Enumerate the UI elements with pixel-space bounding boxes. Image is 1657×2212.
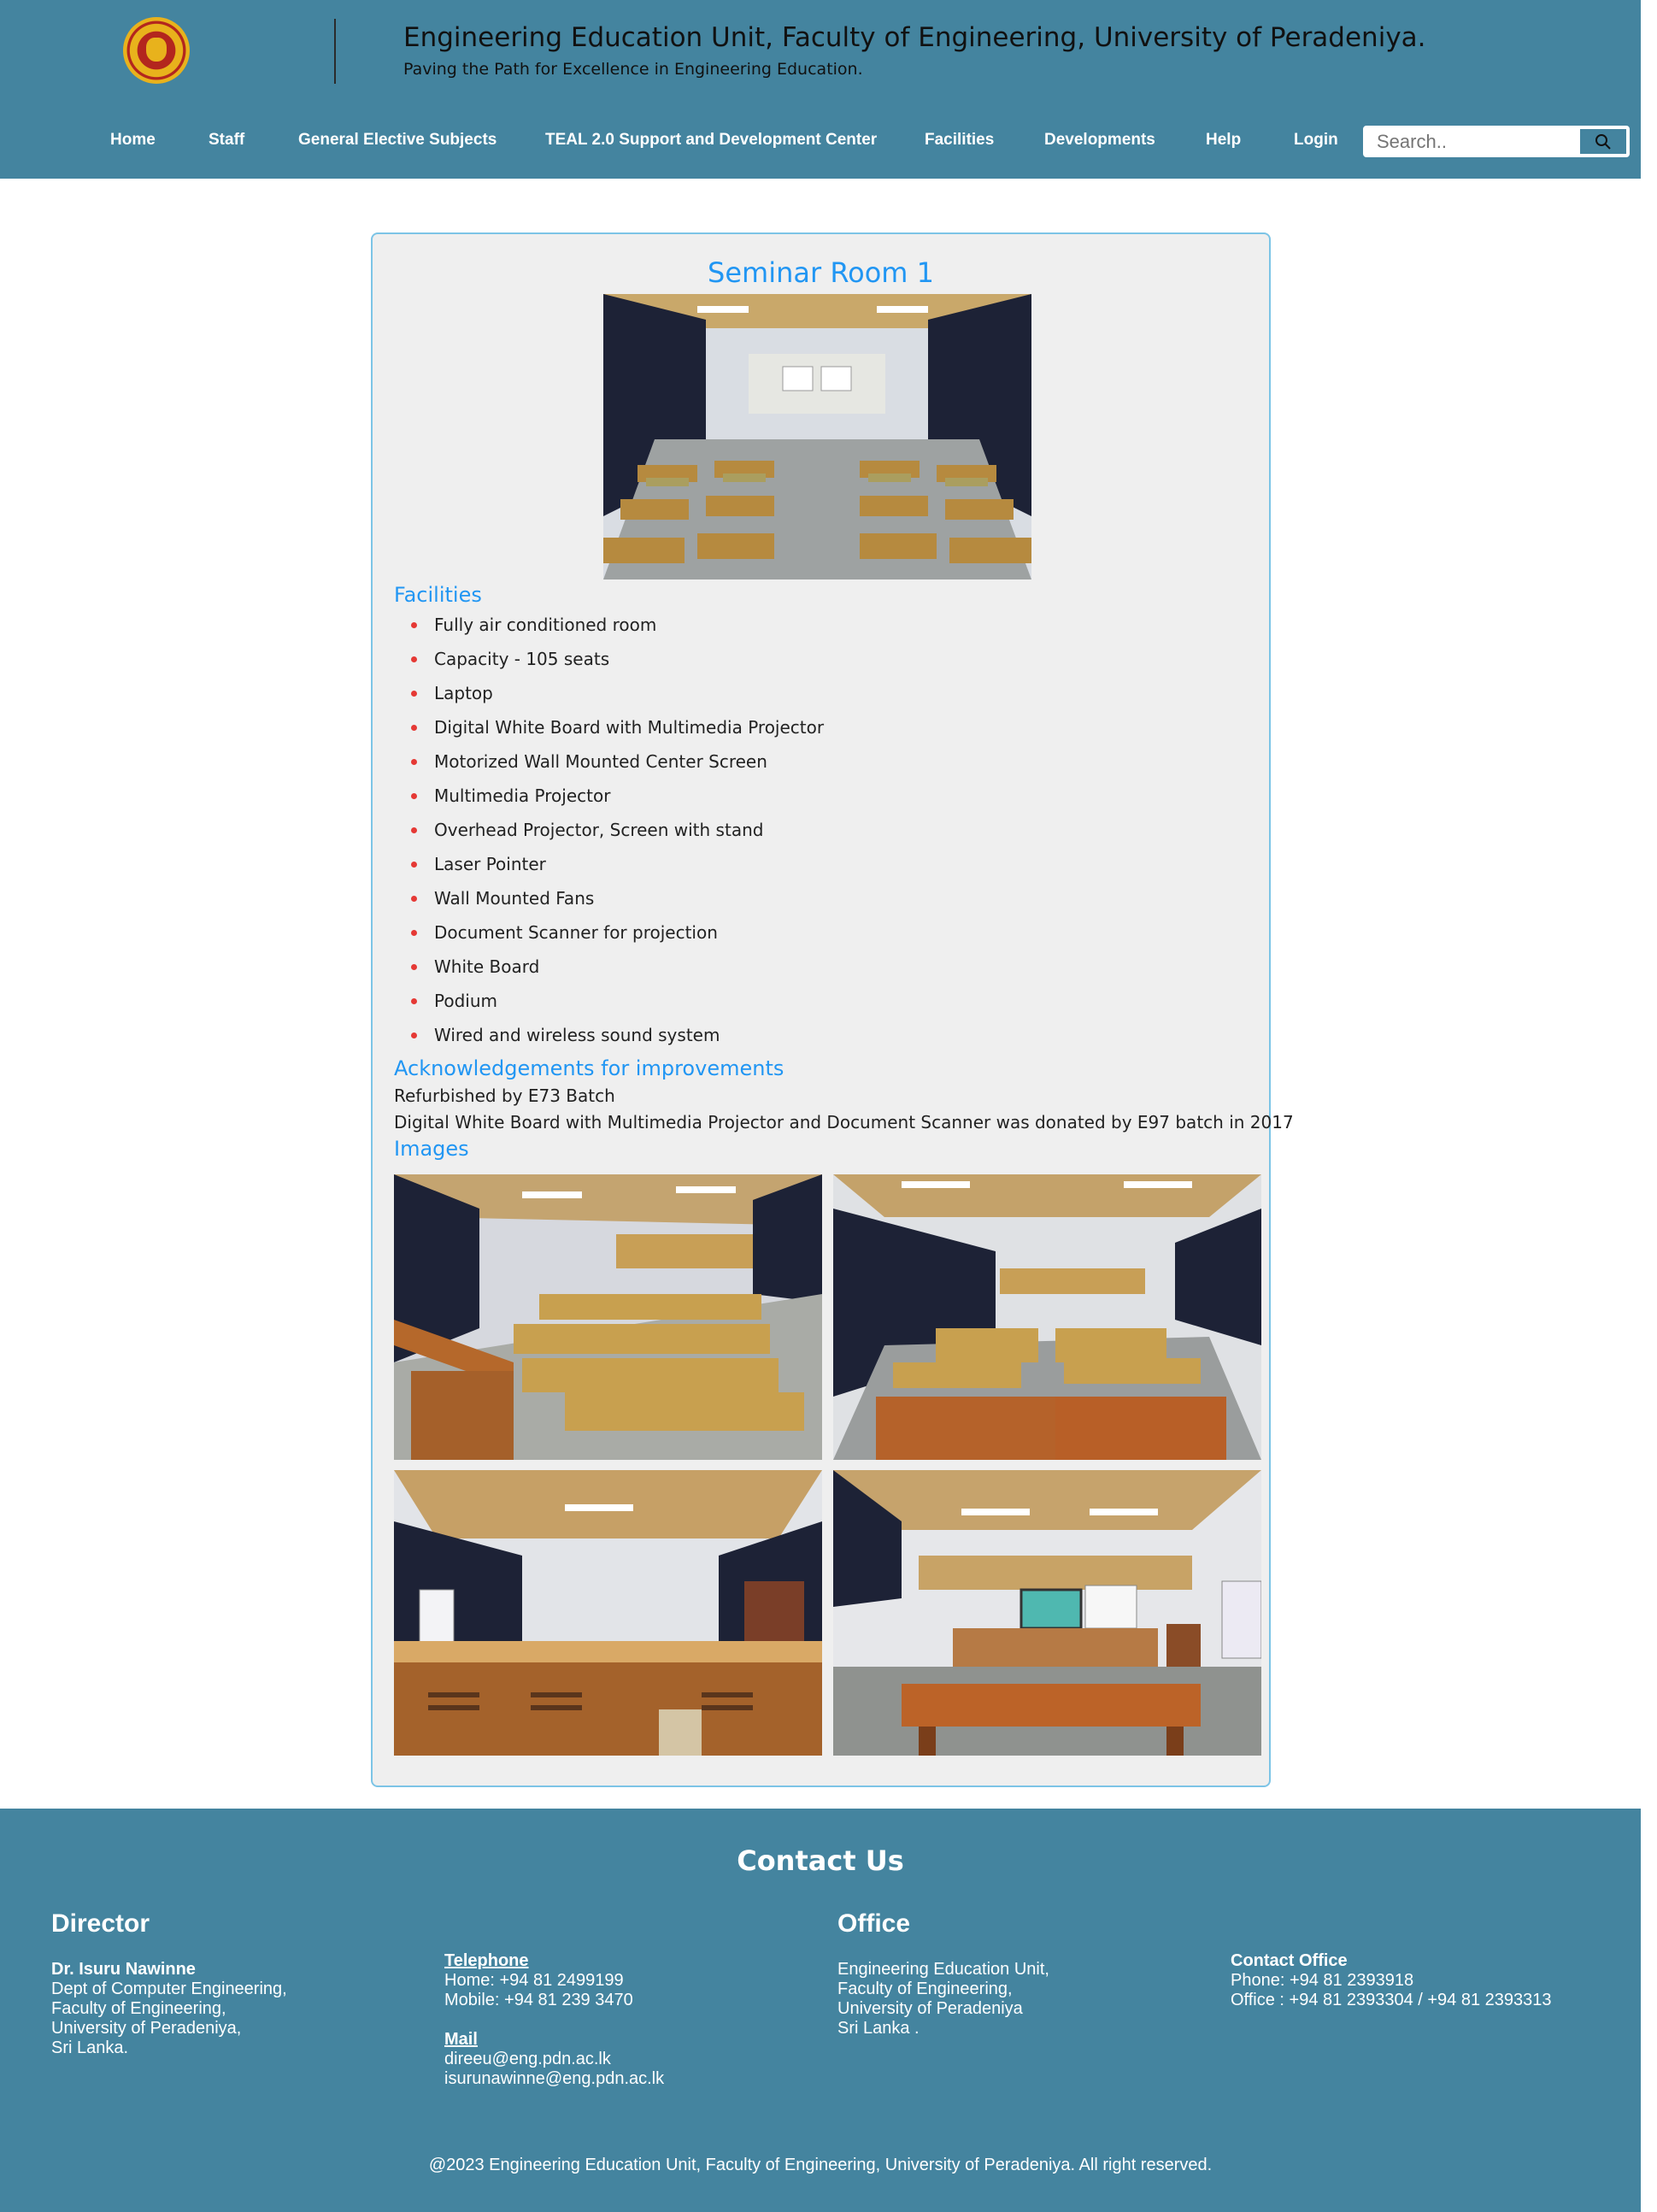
search-box [1363,126,1630,157]
room-main-photo [603,294,1031,579]
nav-item-staff[interactable]: Staff [209,123,244,157]
nav-item-facilities[interactable]: Facilities [925,123,994,157]
nav-item-teal-support-center[interactable]: TEAL 2.0 Support and Development Center [545,123,877,157]
list-item: Wall Mounted Fans [394,884,824,918]
search-input[interactable] [1366,129,1583,154]
office-address-line: Faculty of Engineering, [837,1980,1013,1998]
room-card: Seminar Room 1 Facilities Fully air cond… [371,232,1294,1787]
email-link[interactable]: direeu@eng.pdn.ac.lk [444,2050,611,2069]
list-item: White Board [394,952,824,986]
search-icon [1595,134,1611,150]
nav-item-general-elective-subjects[interactable]: General Elective Subjects [298,123,497,157]
list-item: Digital White Board with Multimedia Proj… [394,713,824,747]
contact-office-phone: Phone: +94 81 2393918 [1231,1971,1414,1990]
university-crest-icon[interactable] [123,17,190,84]
list-item: Laser Pointer [394,850,824,884]
list-item: Laptop [394,679,824,713]
director-address-line: Sri Lanka. [51,2038,129,2057]
nav-item-login[interactable]: Login [1294,123,1338,157]
ack-line: Digital White Board with Multimedia Proj… [394,1112,1294,1132]
images-heading: Images [394,1137,469,1161]
facilities-heading: Facilities [394,583,482,607]
office-address-line: Sri Lanka . [837,2019,920,2038]
telephone-home: Home: +94 81 2499199 [444,1971,624,1990]
site-title: Engineering Education Unit, Faculty of E… [403,22,1426,53]
director-address-line: Dept of Computer Engineering, [51,1980,287,1998]
facilities-list: Fully air conditioned room Capacity - 10… [394,610,824,1055]
director-address-line: Faculty of Engineering, [51,1999,226,2018]
list-item: Podium [394,986,824,1021]
search-button[interactable] [1580,129,1626,154]
email-link[interactable]: isurunawinne@eng.pdn.ac.lk [444,2069,664,2089]
site-footer: Contact Us Director Dr. Isuru Nawinne De… [0,1809,1641,2212]
nav-item-developments[interactable]: Developments [1044,123,1155,157]
list-item: Document Scanner for projection [394,918,824,952]
list-item: Capacity - 105 seats [394,644,824,679]
list-item: Overhead Projector, Screen with stand [394,815,824,850]
site-header: Engineering Education Unit, Faculty of E… [0,0,1641,179]
office-address-line: University of Peradeniya [837,1999,1023,2018]
contact-office-numbers: Office : +94 81 2393304 / +94 81 2393313 [1231,1991,1552,2009]
director-heading: Director [51,1909,150,1938]
contact-office-heading: Contact Office [1231,1951,1348,1970]
room-title: Seminar Room 1 [708,256,934,289]
director-address-line: University of Peradeniya, [51,2019,242,2038]
list-item: Motorized Wall Mounted Center Screen [394,747,824,781]
director-name: Dr. Isuru Nawinne [51,1960,196,1979]
telephone-heading: Telephone [444,1951,529,1970]
list-item: Multimedia Projector [394,781,824,815]
office-heading: Office [837,1909,911,1938]
nav-item-help[interactable]: Help [1206,123,1241,157]
gallery-photo[interactable] [833,1174,1261,1460]
list-item: Fully air conditioned room [394,610,824,644]
office-address-line: Engineering Education Unit, [837,1960,1049,1979]
list-item: Wired and wireless sound system [394,1021,824,1055]
gallery-photo[interactable] [833,1470,1261,1756]
gallery-photo[interactable] [394,1470,822,1756]
telephone-mobile: Mobile: +94 81 239 3470 [444,1991,633,2009]
copyright-text: @2023 Engineering Education Unit, Facult… [428,2156,1213,2174]
nav-item-home[interactable]: Home [110,123,156,157]
gallery-photo[interactable] [394,1174,822,1460]
contact-title: Contact Us [737,1844,904,1877]
ack-line: Refurbished by E73 Batch [394,1085,615,1106]
header-divider [334,19,336,84]
acknowledgements-heading: Acknowledgements for improvements [394,1056,784,1080]
site-subtitle: Paving the Path for Excellence in Engine… [403,60,863,79]
mail-heading: Mail [444,2030,478,2049]
